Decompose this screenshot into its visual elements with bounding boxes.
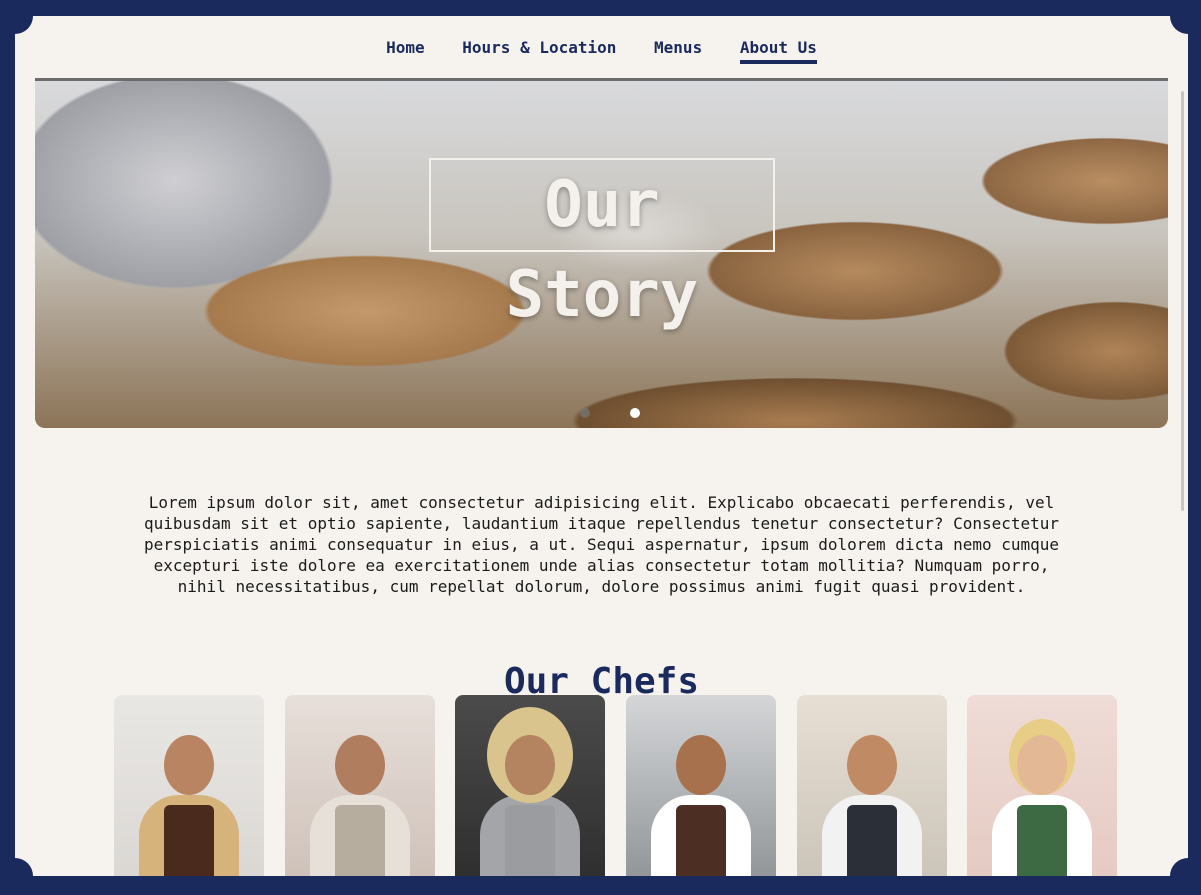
chef-photo bbox=[455, 695, 606, 876]
carousel-indicators bbox=[565, 403, 655, 422]
hero-carousel: Our Story bbox=[35, 78, 1168, 428]
carousel-dot-active[interactable] bbox=[629, 408, 640, 418]
chef-photo bbox=[284, 695, 435, 876]
hero-title: Our Story bbox=[429, 158, 775, 332]
nav-home[interactable]: Home bbox=[386, 38, 425, 60]
corner-notch bbox=[1170, 16, 1188, 34]
chef-photo bbox=[967, 695, 1118, 876]
page-frame: Home Hours & Location Menus About Us Our… bbox=[15, 16, 1188, 876]
chef-photo bbox=[625, 695, 776, 876]
story-paragraph: Lorem ipsum dolor sit, amet consectetur … bbox=[143, 493, 1060, 596]
main-nav: Home Hours & Location Menus About Us bbox=[15, 38, 1188, 64]
nav-hours-location[interactable]: Hours & Location bbox=[462, 38, 616, 60]
nav-about-us[interactable]: About Us bbox=[739, 38, 817, 64]
chefs-gallery bbox=[114, 695, 1128, 876]
scrollbar[interactable] bbox=[1181, 91, 1184, 511]
chef-photo bbox=[796, 695, 947, 876]
corner-notch bbox=[15, 858, 33, 876]
corner-notch bbox=[15, 16, 33, 34]
nav-menus[interactable]: Menus bbox=[654, 38, 702, 60]
corner-notch bbox=[1170, 858, 1188, 876]
carousel-dot[interactable] bbox=[580, 408, 590, 418]
chef-photo bbox=[114, 695, 264, 876]
